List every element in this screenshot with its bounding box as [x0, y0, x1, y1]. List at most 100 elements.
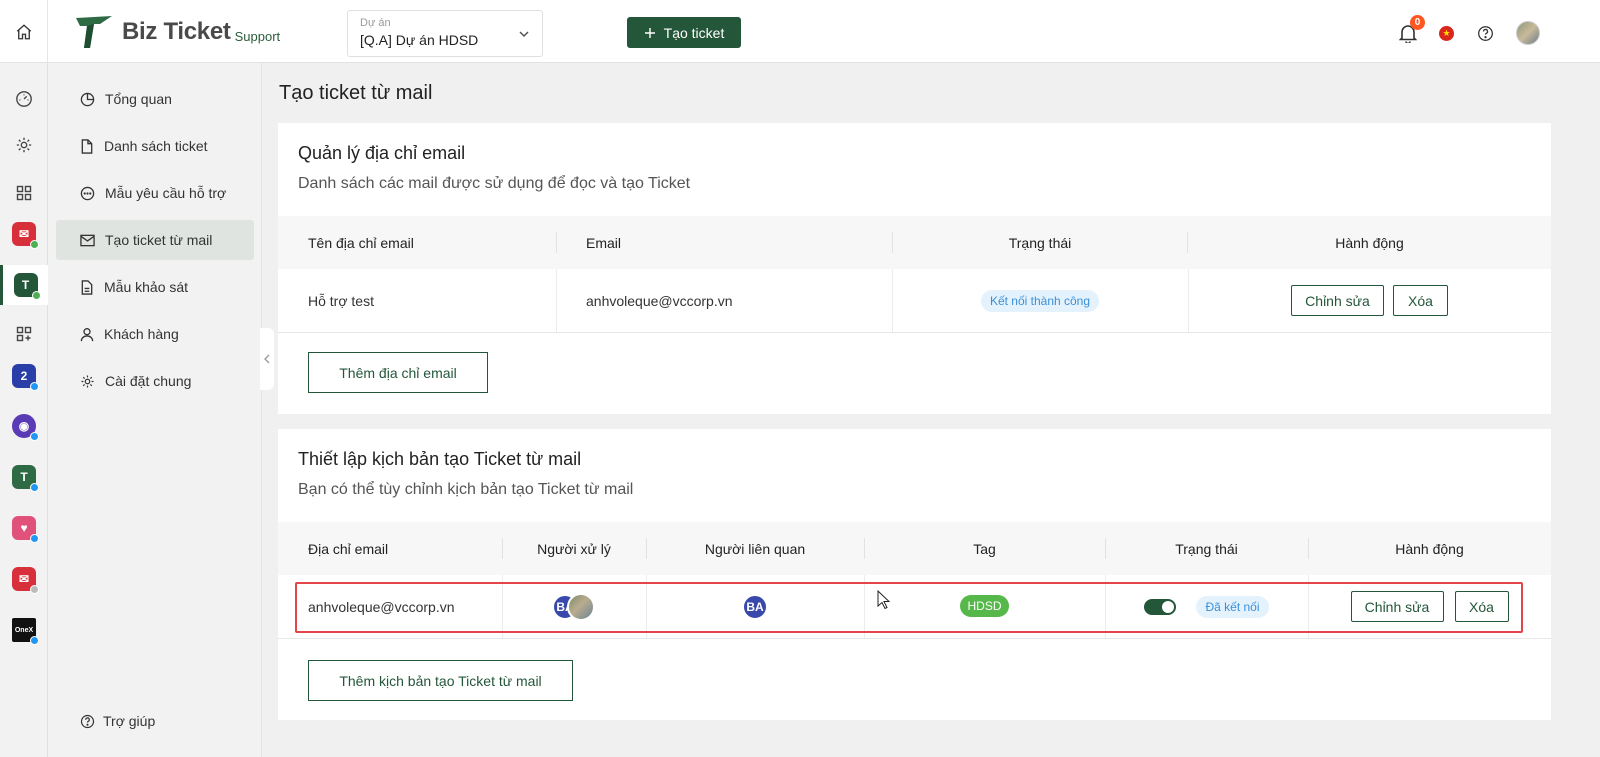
sidebar-item-label: Khách hàng: [104, 326, 179, 342]
rail-app-biz-ticket[interactable]: T: [0, 265, 48, 305]
chevron-down-icon: [519, 31, 529, 38]
sidebar-item-ticket-from-mail[interactable]: Tạo ticket từ mail: [56, 220, 254, 260]
chevron-left-icon: [264, 354, 270, 364]
mail-app-icon: ✉: [12, 222, 39, 249]
gear-icon: [81, 375, 94, 387]
project-select[interactable]: Dự án [Q.A] Dự án HDSD: [347, 10, 543, 57]
help-icon: [80, 714, 95, 728]
email-name-cell: Hỗ trợ test: [308, 292, 374, 309]
column-header: Email: [586, 234, 622, 251]
file-icon: [81, 138, 93, 154]
edit-button[interactable]: Chỉnh sửa: [1291, 285, 1384, 316]
sidebar-item-label: Mẫu yêu cầu hỗ trợ: [105, 185, 227, 201]
rail-app-mail[interactable]: ✉: [0, 214, 48, 254]
column-header: Trạng thái: [1175, 540, 1238, 557]
script-section-subtitle: Bạn có thể tùy chỉnh kịch bản tạo Ticket…: [298, 481, 634, 498]
home-icon: [16, 23, 31, 39]
sidebar-item-label: Tổng quan: [105, 91, 172, 107]
email-section-subtitle: Danh sách các mail được sử dụng để đọc v…: [298, 175, 691, 192]
app-icon-blue: 2: [12, 364, 39, 391]
speedometer-icon: [16, 91, 32, 107]
sidebar-item-customers[interactable]: Khách hàng: [56, 314, 254, 354]
help-link[interactable]: Trợ giúp: [80, 713, 155, 729]
chat-icon: [80, 186, 95, 200]
sidebar-item-label: Cài đặt chung: [105, 373, 192, 389]
script-table-header: Địa chỉ email Người xử lý Người liên qua…: [278, 522, 1551, 575]
email-table-header: Tên địa chỉ email Email Trạng thái Hành …: [278, 216, 1551, 269]
pie-chart-icon: [80, 92, 95, 106]
sidebar-item-settings[interactable]: Cài đặt chung: [56, 361, 254, 401]
sidebar-item-ticket-list[interactable]: Danh sách ticket: [56, 126, 254, 166]
column-header: Người liên quan: [704, 540, 806, 557]
ticket-app-icon: T: [13, 273, 41, 300]
bot-app-icon: ◉: [12, 414, 39, 441]
rail-settings[interactable]: [0, 125, 48, 165]
ticket-app-icon-2: T: [12, 465, 39, 492]
help-icon[interactable]: [1477, 25, 1494, 42]
column-header: Trạng thái: [1008, 234, 1072, 251]
email-management-card: Quản lý địa chỉ email Danh sách các mail…: [278, 123, 1551, 414]
sidebar: Tổng quan Danh sách ticket Mẫu yêu cầu h…: [48, 63, 262, 757]
onex-app-icon: OneX: [12, 618, 39, 645]
user-icon: [80, 327, 94, 341]
column-header: Địa chỉ email: [308, 540, 389, 557]
mail-icon: [80, 234, 95, 246]
script-section-title: Thiết lập kịch bản tạo Ticket từ mail: [298, 449, 582, 469]
sidebar-collapse-toggle[interactable]: [260, 328, 274, 390]
email-section-title: Quản lý địa chỉ email: [298, 143, 466, 163]
top-bar: Biz Ticket Support Dự án [Q.A] Dự án HDS…: [0, 0, 1600, 63]
create-ticket-button[interactable]: Tạo ticket: [627, 17, 741, 48]
page-title: Tạo ticket từ mail: [279, 82, 433, 104]
add-grid-icon: [16, 326, 32, 342]
gear-icon: [16, 137, 32, 153]
delete-button[interactable]: Xóa: [1393, 285, 1448, 316]
rail-app-5[interactable]: ✉: [0, 559, 48, 599]
home-button[interactable]: [0, 0, 48, 63]
biz-ticket-logo-icon: [76, 16, 112, 48]
sidebar-item-label: Tạo ticket từ mail: [105, 232, 213, 248]
sidebar-item-support-template[interactable]: Mẫu yêu cầu hỗ trợ: [56, 173, 254, 213]
add-script-button[interactable]: Thêm kịch bản tạo Ticket từ mail: [308, 660, 573, 701]
mail-script-card: Thiết lập kịch bản tạo Ticket từ mail Bạ…: [278, 429, 1551, 720]
logo-text: Biz Ticket: [122, 18, 231, 45]
mouse-cursor-icon: [877, 590, 890, 610]
rail-dashboard[interactable]: [0, 79, 48, 119]
actions-cell: Chỉnh sửa Xóa: [1188, 269, 1551, 332]
sidebar-item-label: Mẫu khảo sát: [104, 279, 189, 295]
rail-add-app[interactable]: [0, 314, 48, 354]
email-address-cell: anhvoleque@vccorp.vn: [586, 292, 733, 309]
vietnam-flag-icon[interactable]: ★: [1439, 26, 1454, 41]
heart-app-icon: ♥: [12, 516, 39, 543]
logo[interactable]: Biz Ticket Support: [74, 14, 280, 50]
column-header: Người xử lý: [537, 540, 611, 557]
create-ticket-label: Tạo ticket: [663, 24, 725, 41]
column-header: Hành động: [1395, 540, 1464, 557]
row-highlight-annotation: [295, 582, 1523, 633]
column-header: Hành động: [1335, 234, 1404, 251]
status-cell: Kết nối thành công: [892, 269, 1188, 332]
project-select-label: Dự án: [360, 17, 391, 29]
plus-icon: [644, 27, 655, 38]
sidebar-item-survey[interactable]: Mẫu khảo sát: [56, 267, 254, 307]
column-header: Tag: [973, 540, 996, 557]
status-badge: Kết nối thành công: [980, 289, 1100, 312]
rail-app-1[interactable]: 2: [0, 356, 48, 396]
document-icon: [81, 279, 93, 295]
rail-app-2[interactable]: ◉: [0, 406, 48, 446]
notification-count-badge: 0: [1410, 15, 1425, 30]
sidebar-item-overview[interactable]: Tổng quan: [56, 79, 254, 119]
help-label: Trợ giúp: [103, 713, 156, 729]
table-row: Hỗ trợ test anhvoleque@vccorp.vn Kết nối…: [278, 269, 1551, 333]
rail-apps[interactable]: [0, 173, 48, 213]
rail-app-3[interactable]: T: [0, 457, 48, 497]
app-rail: ✉ T 2 ◉ T ♥ ✉ OneX: [0, 63, 48, 757]
rail-app-onex[interactable]: OneX: [0, 610, 48, 650]
sidebar-item-label: Danh sách ticket: [104, 138, 208, 154]
column-header: Tên địa chỉ email: [308, 234, 414, 251]
rail-app-4[interactable]: ♥: [0, 508, 48, 548]
project-select-value: [Q.A] Dự án HDSD: [360, 32, 479, 48]
logo-subtext: Support: [234, 28, 281, 44]
grid-icon: [16, 185, 32, 201]
add-email-button[interactable]: Thêm địa chỉ email: [308, 352, 488, 393]
user-avatar[interactable]: [1516, 21, 1540, 45]
